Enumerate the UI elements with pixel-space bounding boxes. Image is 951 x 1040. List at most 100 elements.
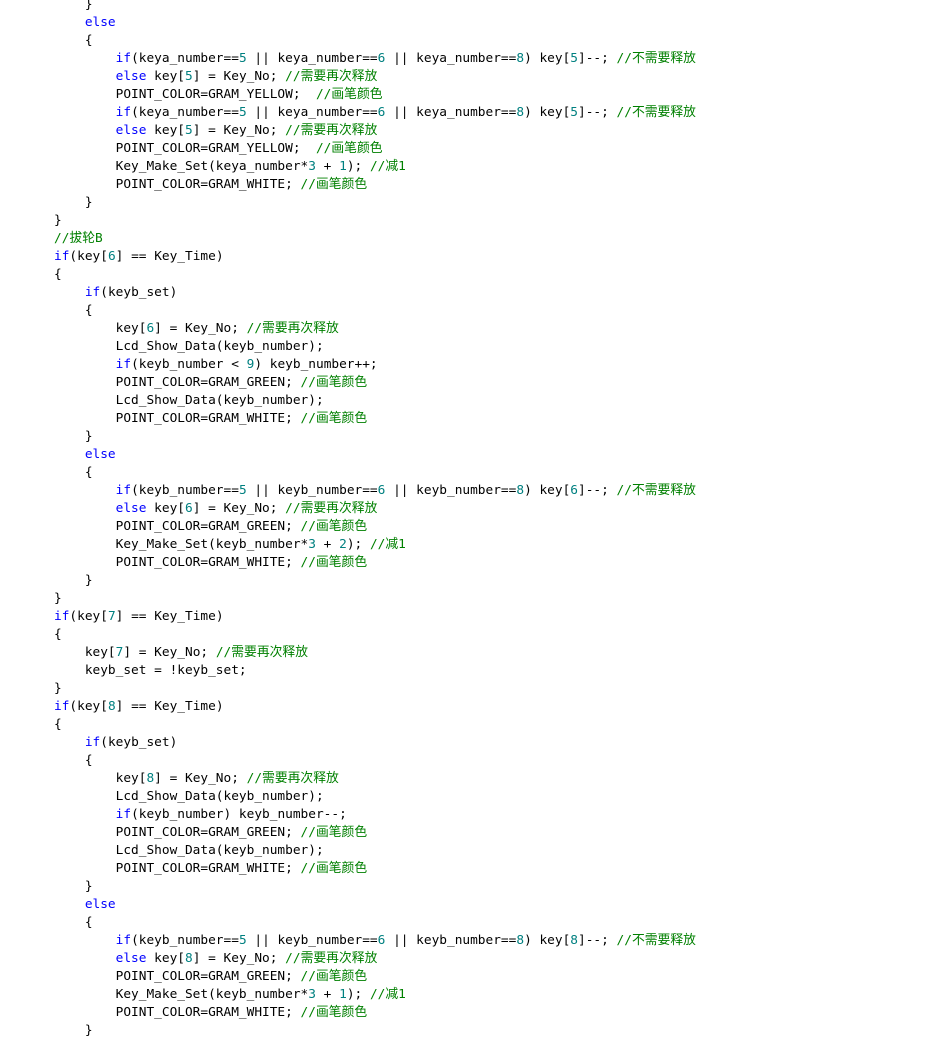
code-token: || keyb_number== [246, 483, 378, 498]
keyword-token: if [84, 285, 101, 300]
code-line: POINT_COLOR=GRAM_GREEN; //画笔颜色 [54, 374, 368, 392]
code-line: } [54, 878, 93, 896]
code-line: POINT_COLOR=GRAM_GREEN; //画笔颜色 [54, 968, 368, 986]
code-line: } [54, 0, 93, 14]
number-token: 7 [107, 609, 116, 624]
code-token: ]--; [578, 105, 617, 120]
code-line: POINT_COLOR=GRAM_WHITE; //画笔颜色 [54, 860, 368, 878]
code-token: (keyb_number== [131, 933, 239, 948]
code-line: else key[5] = Key_No; //需要再次释放 [54, 68, 378, 86]
code-token: Lcd_Show_Data(keyb_number); [54, 843, 324, 858]
comment-token: //需要再次释放 [285, 501, 378, 516]
number-token: 6 [185, 501, 193, 516]
code-line: POINT_COLOR=GRAM_WHITE; //画笔颜色 [54, 176, 368, 194]
code-token: (keyb_number== [131, 483, 239, 498]
code-line: if(keyb_number==5 || keyb_number==6 || k… [54, 482, 696, 500]
keyword-token: else [54, 447, 116, 462]
keyword-token: if [115, 105, 132, 120]
keyword-token: else [115, 123, 147, 138]
number-token: 8 [107, 699, 116, 714]
code-line: POINT_COLOR=GRAM_WHITE; //画笔颜色 [54, 554, 368, 572]
code-token: { [54, 267, 62, 282]
number-token: 5 [238, 483, 247, 498]
code-line: { [54, 266, 62, 284]
code-token: POINT_COLOR=GRAM_YELLOW; [54, 141, 316, 156]
code-line: else [54, 896, 116, 914]
code-line: { [54, 752, 93, 770]
code-token: || keyb_number== [385, 933, 517, 948]
code-token: || keyb_number== [385, 483, 517, 498]
code-line: if(keya_number==5 || keya_number==6 || k… [54, 50, 696, 68]
comment-token: //不需要释放 [616, 483, 696, 498]
code-token: (keyb_set) [100, 285, 178, 300]
code-token: ) key[ [524, 933, 571, 948]
keyword-token: if [115, 51, 132, 66]
code-token: ) keyb_number++; [254, 357, 378, 372]
code-line: Lcd_Show_Data(keyb_number); [54, 338, 324, 356]
code-token: ]--; [578, 51, 617, 66]
code-token: key[ [146, 123, 185, 138]
comment-token: //画笔颜色 [315, 87, 383, 102]
number-token: 5 [238, 105, 247, 120]
code-line: POINT_COLOR=GRAM_YELLOW; //画笔颜色 [54, 140, 383, 158]
number-token: 6 [107, 249, 116, 264]
number-token: 8 [516, 483, 525, 498]
comment-token: //画笔颜色 [300, 411, 368, 426]
number-token: 8 [146, 771, 155, 786]
code-token: (keyb_set) [100, 735, 178, 750]
code-token: keyb_set = !keyb_set; [54, 663, 247, 678]
number-token: 8 [185, 951, 193, 966]
code-editor[interactable]: } else { if(keya_number==5 || keya_numbe… [0, 0, 951, 1038]
comment-token: //需要再次释放 [285, 951, 378, 966]
code-token: + [315, 159, 340, 174]
code-token: ) key[ [524, 105, 571, 120]
number-token: 1 [339, 987, 347, 1002]
code-line: if(keyb_number==5 || keyb_number==6 || k… [54, 932, 696, 950]
number-token: 6 [146, 321, 155, 336]
code-line: Key_Make_Set(keyb_number*3 + 1); //减1 [54, 986, 406, 1004]
code-token: ] == Key_Time) [115, 699, 224, 714]
keyword-token: if [54, 609, 70, 624]
code-line: Key_Make_Set(keya_number*3 + 1); //减1 [54, 158, 406, 176]
keyword-token: if [115, 933, 132, 948]
code-token: POINT_COLOR=GRAM_WHITE; [54, 861, 301, 876]
code-line: else [54, 14, 116, 32]
code-token: Lcd_Show_Data(keyb_number); [54, 393, 324, 408]
code-token: POINT_COLOR=GRAM_WHITE; [54, 411, 301, 426]
code-token: key[ [54, 321, 147, 336]
comment-token: //减1 [369, 537, 406, 552]
code-token: ); [346, 159, 370, 174]
code-token: ] == Key_Time) [115, 609, 224, 624]
keyword-token: if [54, 699, 70, 714]
code-line: } [54, 572, 93, 590]
code-token: { [54, 303, 93, 318]
comment-token: //画笔颜色 [300, 969, 368, 984]
code-token: || keyb_number== [246, 933, 378, 948]
code-token: ] = Key_No; [192, 951, 286, 966]
code-line: } [54, 590, 62, 608]
code-token: ) key[ [524, 51, 571, 66]
number-token: 3 [308, 987, 316, 1002]
code-line: Lcd_Show_Data(keyb_number); [54, 788, 324, 806]
code-token: { [54, 915, 93, 930]
number-token: 8 [516, 933, 525, 948]
code-token: } [54, 591, 62, 606]
code-token: ] = Key_No; [192, 123, 286, 138]
comment-token: //画笔颜色 [300, 375, 368, 390]
code-token: ] == Key_Time) [115, 249, 224, 264]
code-line: if(keyb_set) [54, 734, 177, 752]
code-line: Lcd_Show_Data(keyb_number); [54, 842, 324, 860]
comment-token: //拔轮B [54, 231, 103, 246]
code-token: { [54, 465, 93, 480]
code-line: POINT_COLOR=GRAM_YELLOW; //画笔颜色 [54, 86, 383, 104]
code-line: key[6] = Key_No; //需要再次释放 [54, 320, 339, 338]
code-line: else key[6] = Key_No; //需要再次释放 [54, 500, 378, 518]
number-token: 1 [339, 159, 347, 174]
keyword-token: if [115, 483, 132, 498]
code-token: POINT_COLOR=GRAM_GREEN; [54, 825, 301, 840]
keyword-token: else [115, 951, 147, 966]
number-token: 5 [238, 933, 247, 948]
